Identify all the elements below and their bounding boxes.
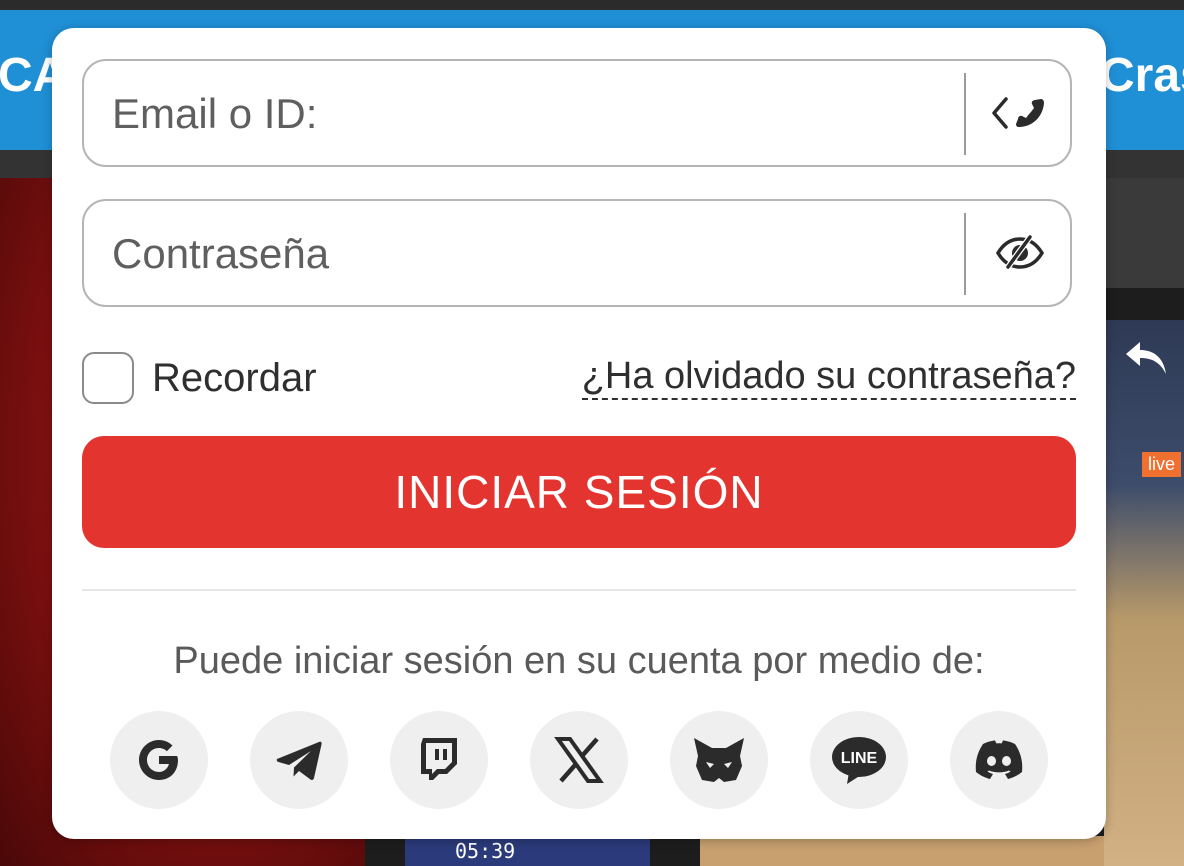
scoreboard: 05:39: [405, 836, 650, 866]
login-popover: Recordar ¿Ha olvidado su contraseña? INI…: [52, 28, 1106, 839]
x-logo-icon: [554, 737, 604, 783]
banner-text-right: Cras: [1100, 49, 1184, 102]
discord-icon: [975, 740, 1023, 779]
eye-slash-icon: [995, 235, 1045, 269]
login-submit-button[interactable]: INICIAR SESIÓN: [82, 436, 1076, 548]
section-divider: [82, 589, 1076, 591]
remember-label: Recordar: [152, 355, 317, 400]
line-login-button[interactable]: LINE: [810, 711, 908, 809]
password-field: [82, 199, 1072, 307]
discord-login-button[interactable]: [950, 711, 1048, 809]
top-bar: [0, 0, 1184, 10]
switch-to-phone-button[interactable]: [968, 61, 1072, 165]
metamask-login-button[interactable]: [670, 711, 768, 809]
toggle-password-visibility-button[interactable]: [968, 201, 1072, 305]
google-icon: [139, 740, 178, 780]
metamask-fox-icon: [694, 738, 744, 782]
field-divider: [964, 213, 966, 295]
twitch-login-button[interactable]: [390, 711, 488, 809]
background-floor: [700, 836, 1104, 866]
background-toolbar: [1104, 178, 1184, 288]
telegram-login-button[interactable]: [250, 711, 348, 809]
line-icon: LINE: [832, 737, 886, 784]
social-login-list: LINE: [110, 711, 1048, 809]
scoreboard-time: 05:39: [455, 839, 516, 863]
field-divider: [964, 73, 966, 155]
svg-text:LINE: LINE: [841, 750, 878, 767]
password-input[interactable]: [110, 201, 934, 307]
remember-me[interactable]: Recordar: [82, 352, 317, 404]
live-badge: live: [1142, 452, 1182, 477]
remember-checkbox[interactable]: [82, 352, 134, 404]
reply-icon[interactable]: [1122, 338, 1170, 378]
email-input[interactable]: [110, 61, 934, 167]
x-login-button[interactable]: [530, 711, 628, 809]
google-login-button[interactable]: [110, 711, 208, 809]
telegram-icon: [276, 741, 322, 780]
social-login-caption: Puede iniciar sesión en su cuenta por me…: [173, 640, 985, 682]
email-field: [82, 59, 1072, 167]
background-video-stream: [1104, 320, 1184, 866]
popover-arrow: [908, 30, 948, 56]
twitch-icon: [421, 738, 457, 780]
chevron-left-phone-icon: [992, 97, 1044, 129]
forgot-password-link[interactable]: ¿Ha olvidado su contraseña?: [581, 354, 1076, 400]
